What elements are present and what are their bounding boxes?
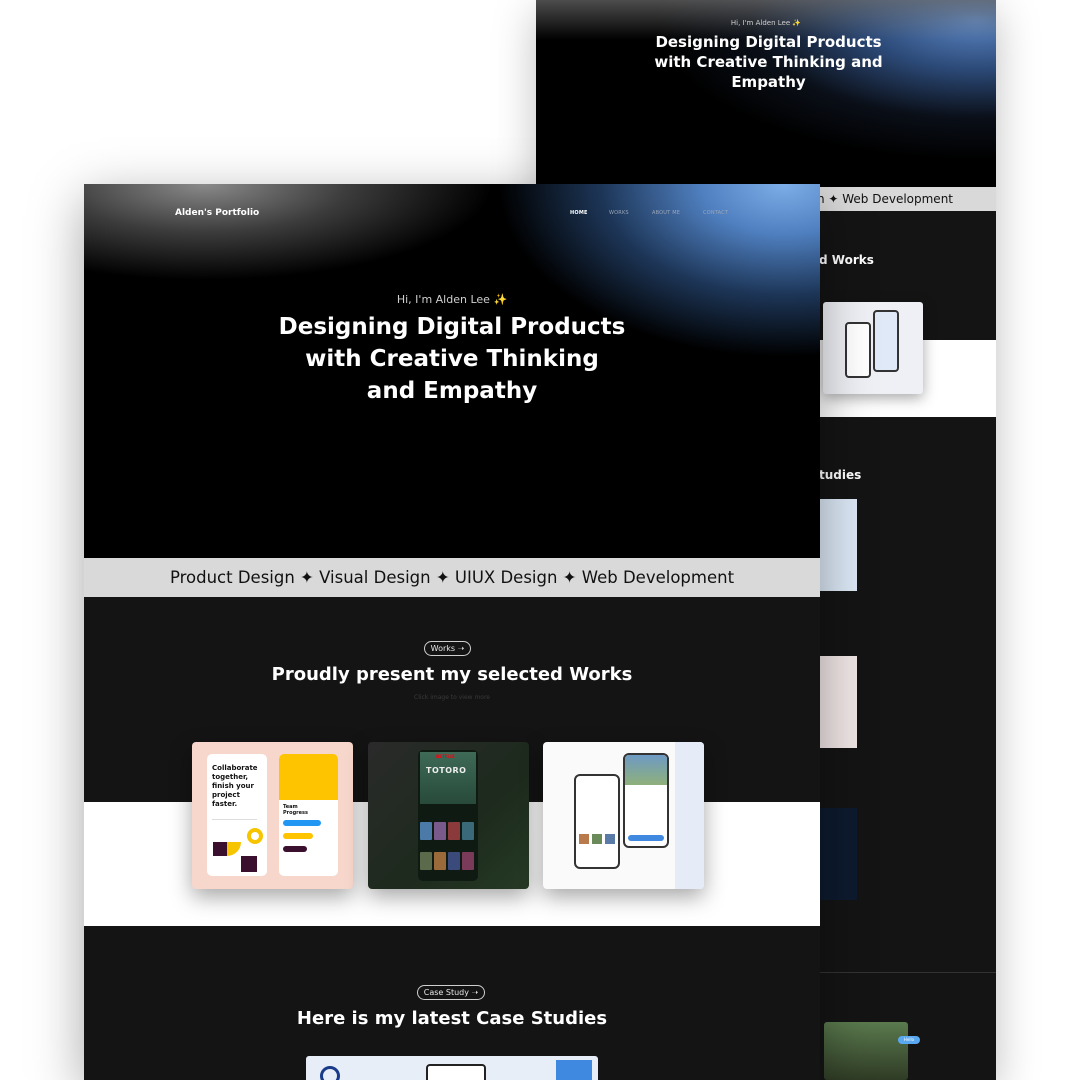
- movie-tile: [448, 822, 460, 840]
- hero-intro-text: Hi, I'm Alden Lee: [396, 293, 490, 306]
- brand-logo[interactable]: Alden's Portfolio: [175, 208, 259, 218]
- featured-poster: [420, 752, 476, 804]
- works-title: Proudly present my selected Works: [271, 664, 633, 685]
- screen-dashboard: Team Progress: [279, 754, 338, 876]
- work-card-netflix-app[interactable]: NETFLIX TOTORO: [368, 742, 529, 889]
- back-hero-title: Designing Digital Products with Creative…: [654, 33, 883, 91]
- hero-intro: Hi, I'm Alden Lee ✨: [84, 293, 820, 306]
- photo-thumb: [579, 834, 589, 844]
- movie-tile: [448, 852, 460, 870]
- shape-block: [241, 856, 257, 872]
- destination-photo: [625, 755, 667, 785]
- progress-bar-3: [283, 846, 307, 852]
- movie-tile: [434, 822, 446, 840]
- travel-phone-home: [574, 774, 620, 869]
- work-card-collaboration-app[interactable]: Collaborate together, finish your projec…: [192, 742, 353, 889]
- back-hero-intro: Hi, I'm Alden Lee ✨: [730, 19, 802, 27]
- case-study-title: Here is my latest Case Studies: [296, 1008, 608, 1029]
- back-case-thumb-2[interactable]: [819, 656, 857, 748]
- book-button: [628, 835, 664, 841]
- sparkle-icon: ✨: [493, 293, 508, 306]
- movie-tile: [462, 852, 474, 870]
- works-pill[interactable]: Works ➝: [424, 641, 471, 656]
- back-case-thumb-1[interactable]: [819, 499, 857, 591]
- featured-movie-title: TOTORO: [426, 766, 467, 775]
- case-graphic: [556, 1060, 592, 1080]
- nav-home[interactable]: HOME: [570, 210, 588, 216]
- card1-heading: Collaborate together, finish your projec…: [212, 764, 258, 808]
- shape-square: [213, 842, 227, 856]
- case-study-pill[interactable]: Case Study ➝: [417, 985, 485, 1000]
- shape-ring: [247, 828, 263, 844]
- back-works-heading: d Works: [819, 253, 874, 267]
- shape-quarter: [227, 842, 241, 856]
- back-case-heading: tudies: [819, 468, 862, 482]
- screen-onboarding: Collaborate together, finish your projec…: [207, 754, 267, 876]
- back-work-card[interactable]: [823, 302, 923, 394]
- back-divider: [819, 972, 996, 973]
- front-page-mockup: Alden's Portfolio HOME WORKS ABOUT ME CO…: [84, 184, 820, 1080]
- travel-phone-detail: [623, 753, 669, 848]
- movie-tile: [420, 852, 432, 870]
- case-device: [426, 1064, 486, 1080]
- works-hint: Click image to view more: [414, 694, 490, 701]
- services-marquee: Product Design ✦ Visual Design ✦ UIUX De…: [84, 558, 820, 597]
- nav-about[interactable]: ABOUT ME: [652, 210, 680, 216]
- work-card-travel-app[interactable]: [543, 742, 704, 889]
- card1-divider: [212, 819, 257, 827]
- case-study-thumbnail[interactable]: [306, 1056, 598, 1080]
- photo-thumb: [592, 834, 602, 844]
- photo-thumb: [605, 834, 615, 844]
- back-case-thumb-3[interactable]: [819, 808, 857, 900]
- movie-tile: [420, 822, 432, 840]
- movie-tile: [434, 852, 446, 870]
- back-badge: Hello: [898, 1036, 920, 1044]
- card1-panel-heading: Team Progress: [283, 804, 308, 816]
- movie-tile: [462, 822, 474, 840]
- back-avatar: [824, 1022, 908, 1080]
- netflix-logo: NETFLIX: [436, 754, 455, 759]
- back-hero: [536, 0, 996, 187]
- nav-works[interactable]: WORKS: [609, 210, 629, 216]
- dashboard-header: [279, 754, 338, 800]
- card3-side-panel: [675, 742, 704, 889]
- case-logo-icon: [320, 1066, 340, 1080]
- nav-contact[interactable]: CONTACT: [703, 210, 728, 216]
- netflix-phone-screen: NETFLIX TOTORO: [418, 750, 478, 881]
- mockup-stage: Hi, I'm Alden Lee ✨ Designing Digital Pr…: [0, 0, 1080, 1080]
- progress-bar-1: [283, 820, 321, 826]
- back-phone-left: [845, 322, 871, 378]
- back-phone-right: [873, 310, 899, 372]
- progress-bar-2: [283, 833, 313, 839]
- hero-title: Designing Digital Products with Creative…: [278, 314, 626, 404]
